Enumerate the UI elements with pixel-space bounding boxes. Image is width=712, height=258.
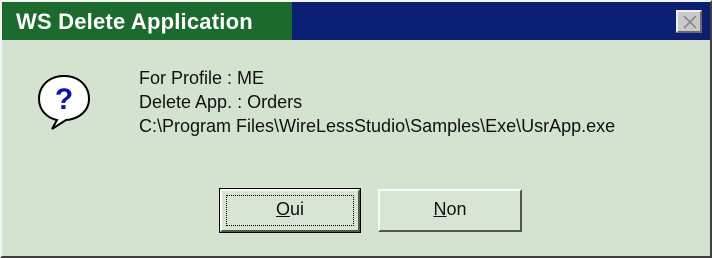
message-text: For Profile : ME Delete App. : Orders C:… [139,66,615,138]
file-path-line: C:\Program Files\WireLessStudio\Samples\… [139,116,616,136]
non-mnemonic: N [433,199,447,219]
delete-app-line: Delete App. : Orders [139,92,303,112]
non-label-rest: on [446,199,467,219]
question-icon: ? [37,74,91,130]
non-button[interactable]: Non [378,189,522,232]
profile-line: For Profile : ME [139,68,265,88]
oui-button[interactable]: Oui [219,188,361,233]
delete-application-dialog: WS Delete Application ? For Profile : ME… [0,0,712,258]
svg-text:?: ? [55,83,73,116]
window-title: WS Delete Application [16,9,253,34]
focus-rectangle [226,195,354,226]
title-bar[interactable]: WS Delete Application [2,2,710,40]
close-button[interactable] [676,10,702,33]
close-icon [683,15,697,29]
